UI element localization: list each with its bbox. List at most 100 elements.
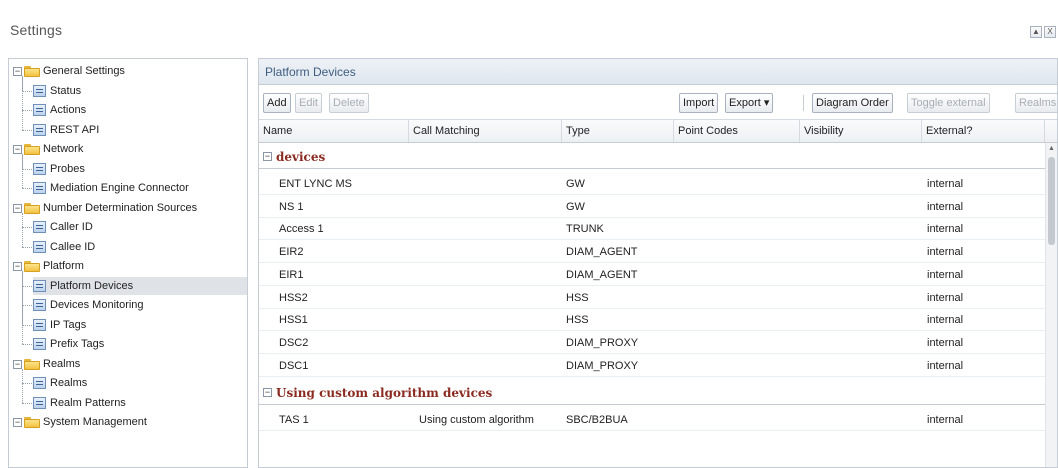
- cell-call-matching: Using custom algorithm: [419, 414, 534, 427]
- tree-item-actions[interactable]: Actions: [33, 101, 86, 119]
- table-row[interactable]: HSS1 HSS internal: [259, 309, 1045, 332]
- group-collapse-icon[interactable]: −: [263, 152, 272, 161]
- table-row[interactable]: DSC1 DIAM_PROXY internal: [259, 355, 1045, 377]
- edit-button[interactable]: Edit: [295, 93, 322, 113]
- tree-item-label: Network: [43, 143, 84, 155]
- minimize-button[interactable]: ▲: [1030, 26, 1042, 38]
- tree-guide-line: [22, 110, 32, 111]
- column-header-visibility[interactable]: Visibility: [800, 120, 922, 142]
- collapse-toggle-icon[interactable]: −: [13, 417, 22, 427]
- table-row[interactable]: EIR2 DIAM_AGENT internal: [259, 241, 1045, 264]
- settings-page-icon: [33, 397, 46, 409]
- tree-guide-line: [22, 91, 32, 92]
- import-button[interactable]: Import: [679, 93, 719, 113]
- table-row[interactable]: ENT LYNC MS GW internal: [259, 173, 1045, 195]
- settings-page-icon: [33, 182, 46, 194]
- cell-type: HSS: [566, 314, 589, 327]
- export-dropdown-button[interactable]: Export ▾: [725, 93, 774, 113]
- tree-folder-platform[interactable]: − Platform: [13, 257, 84, 275]
- table-row[interactable]: DSC2 DIAM_PROXY internal: [259, 332, 1045, 354]
- column-header-call-matching[interactable]: Call Matching: [409, 120, 562, 142]
- tree-item-callee-id[interactable]: Callee ID: [33, 238, 95, 256]
- tree-item-realms[interactable]: Realms: [33, 374, 87, 392]
- cell-name: Access 1: [279, 223, 324, 236]
- cell-external: internal: [927, 359, 964, 372]
- scroll-up-arrow-icon[interactable]: ▲: [1046, 143, 1057, 155]
- table-row[interactable]: HSS2 HSS internal: [259, 287, 1045, 309]
- cell-name: DSC1: [279, 359, 309, 372]
- tree-guide-line: [22, 213, 23, 247]
- tree-folder-network[interactable]: − Network: [13, 140, 83, 158]
- tree-item-ip-tags[interactable]: IP Tags: [33, 316, 86, 334]
- group-row[interactable]: − Using custom algorithm devices: [259, 381, 1045, 406]
- table-row[interactable]: TAS 1 Using custom algorithm SBC/B2BUA inte…: [259, 409, 1045, 432]
- diagram-order-button[interactable]: Diagram Order: [812, 93, 893, 113]
- scroll-thumb[interactable]: [1048, 157, 1055, 245]
- tree-item-label: Probes: [50, 163, 85, 175]
- group-collapse-icon[interactable]: −: [263, 388, 272, 398]
- tree-folder-realms[interactable]: − Realms: [13, 355, 80, 373]
- tree-item-mediation-engine-connector[interactable]: Mediation Engine Connector: [33, 179, 189, 197]
- column-header-type[interactable]: Type: [562, 120, 674, 142]
- settings-page-icon: [33, 319, 46, 331]
- toolbar-separator: [803, 95, 804, 111]
- cell-type: DIAM_AGENT: [566, 246, 638, 259]
- table-row[interactable]: Access 1 TRUNK internal: [259, 218, 1045, 241]
- collapse-toggle-icon[interactable]: −: [13, 66, 22, 76]
- tree-item-label: REST API: [50, 124, 100, 136]
- cell-name: HSS2: [279, 291, 308, 304]
- realms-button[interactable]: Realms: [1015, 93, 1057, 113]
- table-row[interactable]: EIR1 DIAM_AGENT internal: [259, 264, 1045, 286]
- window-controls: ▲ X: [1030, 26, 1056, 38]
- cell-type: DIAM_PROXY: [566, 359, 639, 372]
- collapse-toggle-icon[interactable]: −: [13, 261, 22, 271]
- folder-icon: [24, 260, 40, 272]
- tree-folder-general-settings[interactable]: − General Settings: [13, 62, 125, 80]
- tree-item-platform-devices[interactable]: Platform Devices: [33, 277, 247, 295]
- vertical-scrollbar[interactable]: ▲: [1045, 143, 1057, 467]
- tree-item-label: Callee ID: [50, 241, 96, 253]
- panel-title: Platform Devices: [259, 59, 1057, 85]
- cell-name: EIR1: [279, 268, 304, 281]
- delete-button[interactable]: Delete: [329, 93, 369, 113]
- add-button[interactable]: Add: [263, 93, 291, 113]
- table-row[interactable]: NS 1 GW internal: [259, 196, 1045, 218]
- tree-item-caller-id[interactable]: Caller ID: [33, 218, 93, 236]
- collapse-toggle-icon[interactable]: −: [13, 359, 22, 369]
- cell-type: TRUNK: [566, 223, 604, 236]
- cell-type: HSS: [566, 291, 589, 304]
- column-header-external[interactable]: External?: [922, 120, 1045, 142]
- folder-icon: [24, 202, 40, 214]
- group-label: Using custom algorithm devices: [276, 386, 493, 401]
- column-header-point-codes[interactable]: Point Codes: [674, 120, 800, 142]
- tree-item-realm-patterns[interactable]: Realm Patterns: [33, 394, 126, 412]
- tree-item-prefix-tags[interactable]: Prefix Tags: [33, 335, 104, 353]
- tree-item-rest-api[interactable]: REST API: [33, 121, 99, 139]
- settings-page-icon: [33, 377, 46, 389]
- cell-type: GW: [566, 200, 585, 213]
- tree-folder-number-determination-sources[interactable]: − Number Determination Sources: [13, 199, 197, 217]
- tree-guide-line: [22, 271, 23, 344]
- tree-item-devices-monitoring[interactable]: Devices Monitoring: [33, 296, 144, 314]
- close-button[interactable]: X: [1044, 26, 1056, 38]
- collapse-toggle-icon[interactable]: −: [13, 203, 22, 213]
- column-header-name[interactable]: Name: [259, 120, 409, 142]
- toggle-external-button[interactable]: Toggle external: [907, 93, 990, 113]
- tree-item-probes[interactable]: Probes: [33, 160, 85, 178]
- settings-page-icon: [33, 163, 46, 175]
- tree-item-label: Platform: [43, 260, 84, 272]
- cell-name: NS 1: [279, 200, 304, 213]
- tree-guide-line: [22, 403, 32, 404]
- group-row[interactable]: − devices: [259, 145, 1045, 169]
- tree-guide-line: [22, 305, 32, 306]
- tree-guide-line: [22, 383, 32, 384]
- cell-external: internal: [927, 268, 964, 281]
- collapse-toggle-icon[interactable]: −: [13, 144, 22, 154]
- cell-name: ENT LYNC MS: [279, 178, 352, 190]
- tree-item-label: Caller ID: [50, 221, 93, 233]
- cell-external: internal: [927, 336, 964, 349]
- tree-item-status[interactable]: Status: [33, 82, 81, 100]
- tree-folder-system-management[interactable]: − System Management: [13, 413, 147, 431]
- folder-icon: [24, 143, 40, 155]
- settings-tree: − General Settings Status Actions REST API − N…: [8, 58, 248, 468]
